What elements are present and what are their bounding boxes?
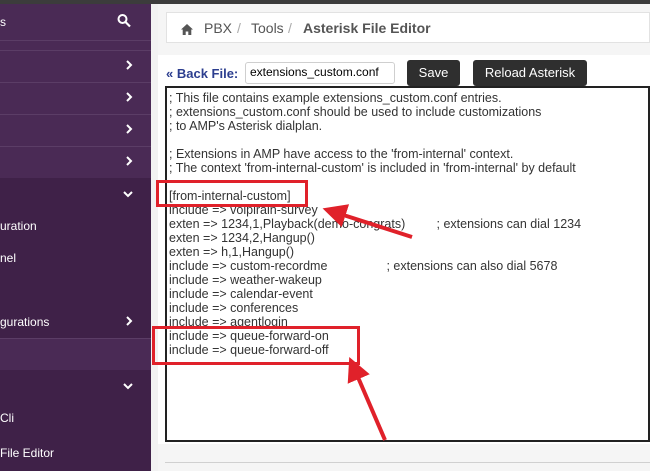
arrow-icon	[347, 356, 387, 441]
arrow-icon	[322, 204, 413, 239]
bottom-area	[158, 444, 650, 471]
annotation-arrows	[322, 204, 413, 441]
divider	[165, 462, 650, 463]
